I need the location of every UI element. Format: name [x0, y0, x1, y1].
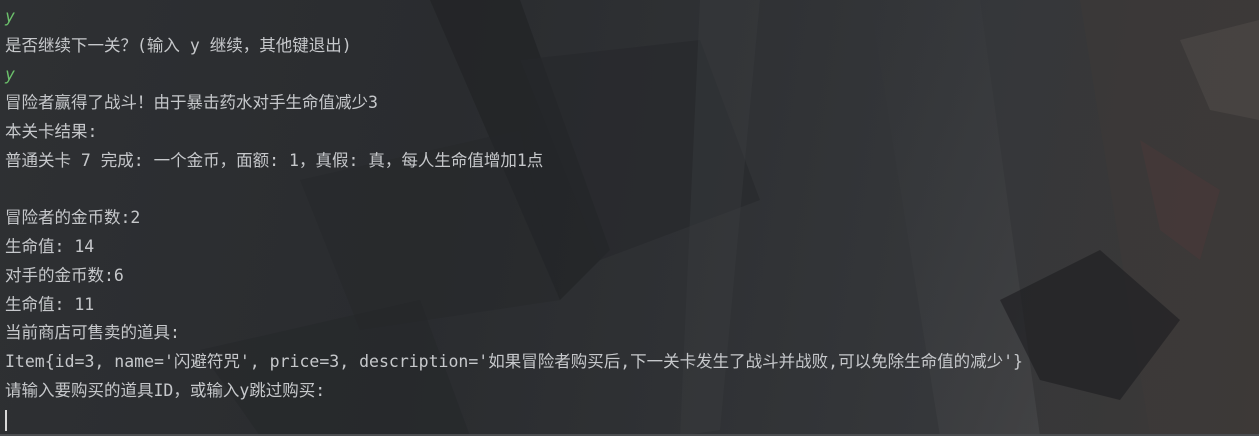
opponent-hp-line: 生命值: 11 — [5, 294, 95, 314]
text-caret — [5, 409, 7, 431]
console-input[interactable] — [0, 406, 1259, 435]
level-result-line: 普通关卡 7 完成: 一个金币，面额: 1，真假: 真，每人生命值增加1点 — [5, 150, 544, 170]
opponent-coins-line: 对手的金币数:6 — [5, 265, 124, 285]
adventurer-coins-line: 冒险者的金币数:2 — [5, 208, 141, 228]
console-window: y 是否继续下一关？(输入 y 继续，其他键退出) y 冒险者赢得了战斗！由于暴… — [0, 0, 1259, 436]
adventurer-hp-line: 生命值: 14 — [5, 237, 95, 256]
purchase-prompt-line: 请输入要购买的道具ID，或输入y跳过购买: — [5, 380, 326, 400]
shop-heading-line: 当前商店可售卖的道具: — [5, 323, 180, 343]
input-echo-line: y — [5, 64, 15, 84]
battle-result-line: 冒险者赢得了战斗！由于暴击药水对手生命值减少3 — [5, 93, 378, 113]
console-output: y 是否继续下一关？(输入 y 继续，其他键退出) y 冒险者赢得了战斗！由于暴… — [0, 0, 1259, 434]
prompt-continue-line: 是否继续下一关？(输入 y 继续，其他键退出) — [5, 35, 352, 55]
input-echo-line: y — [5, 7, 15, 26]
level-result-heading: 本关卡结果: — [5, 122, 98, 141]
shop-item-line: Item{id=3, name='闪避符咒', price=3, descrip… — [5, 352, 1023, 371]
